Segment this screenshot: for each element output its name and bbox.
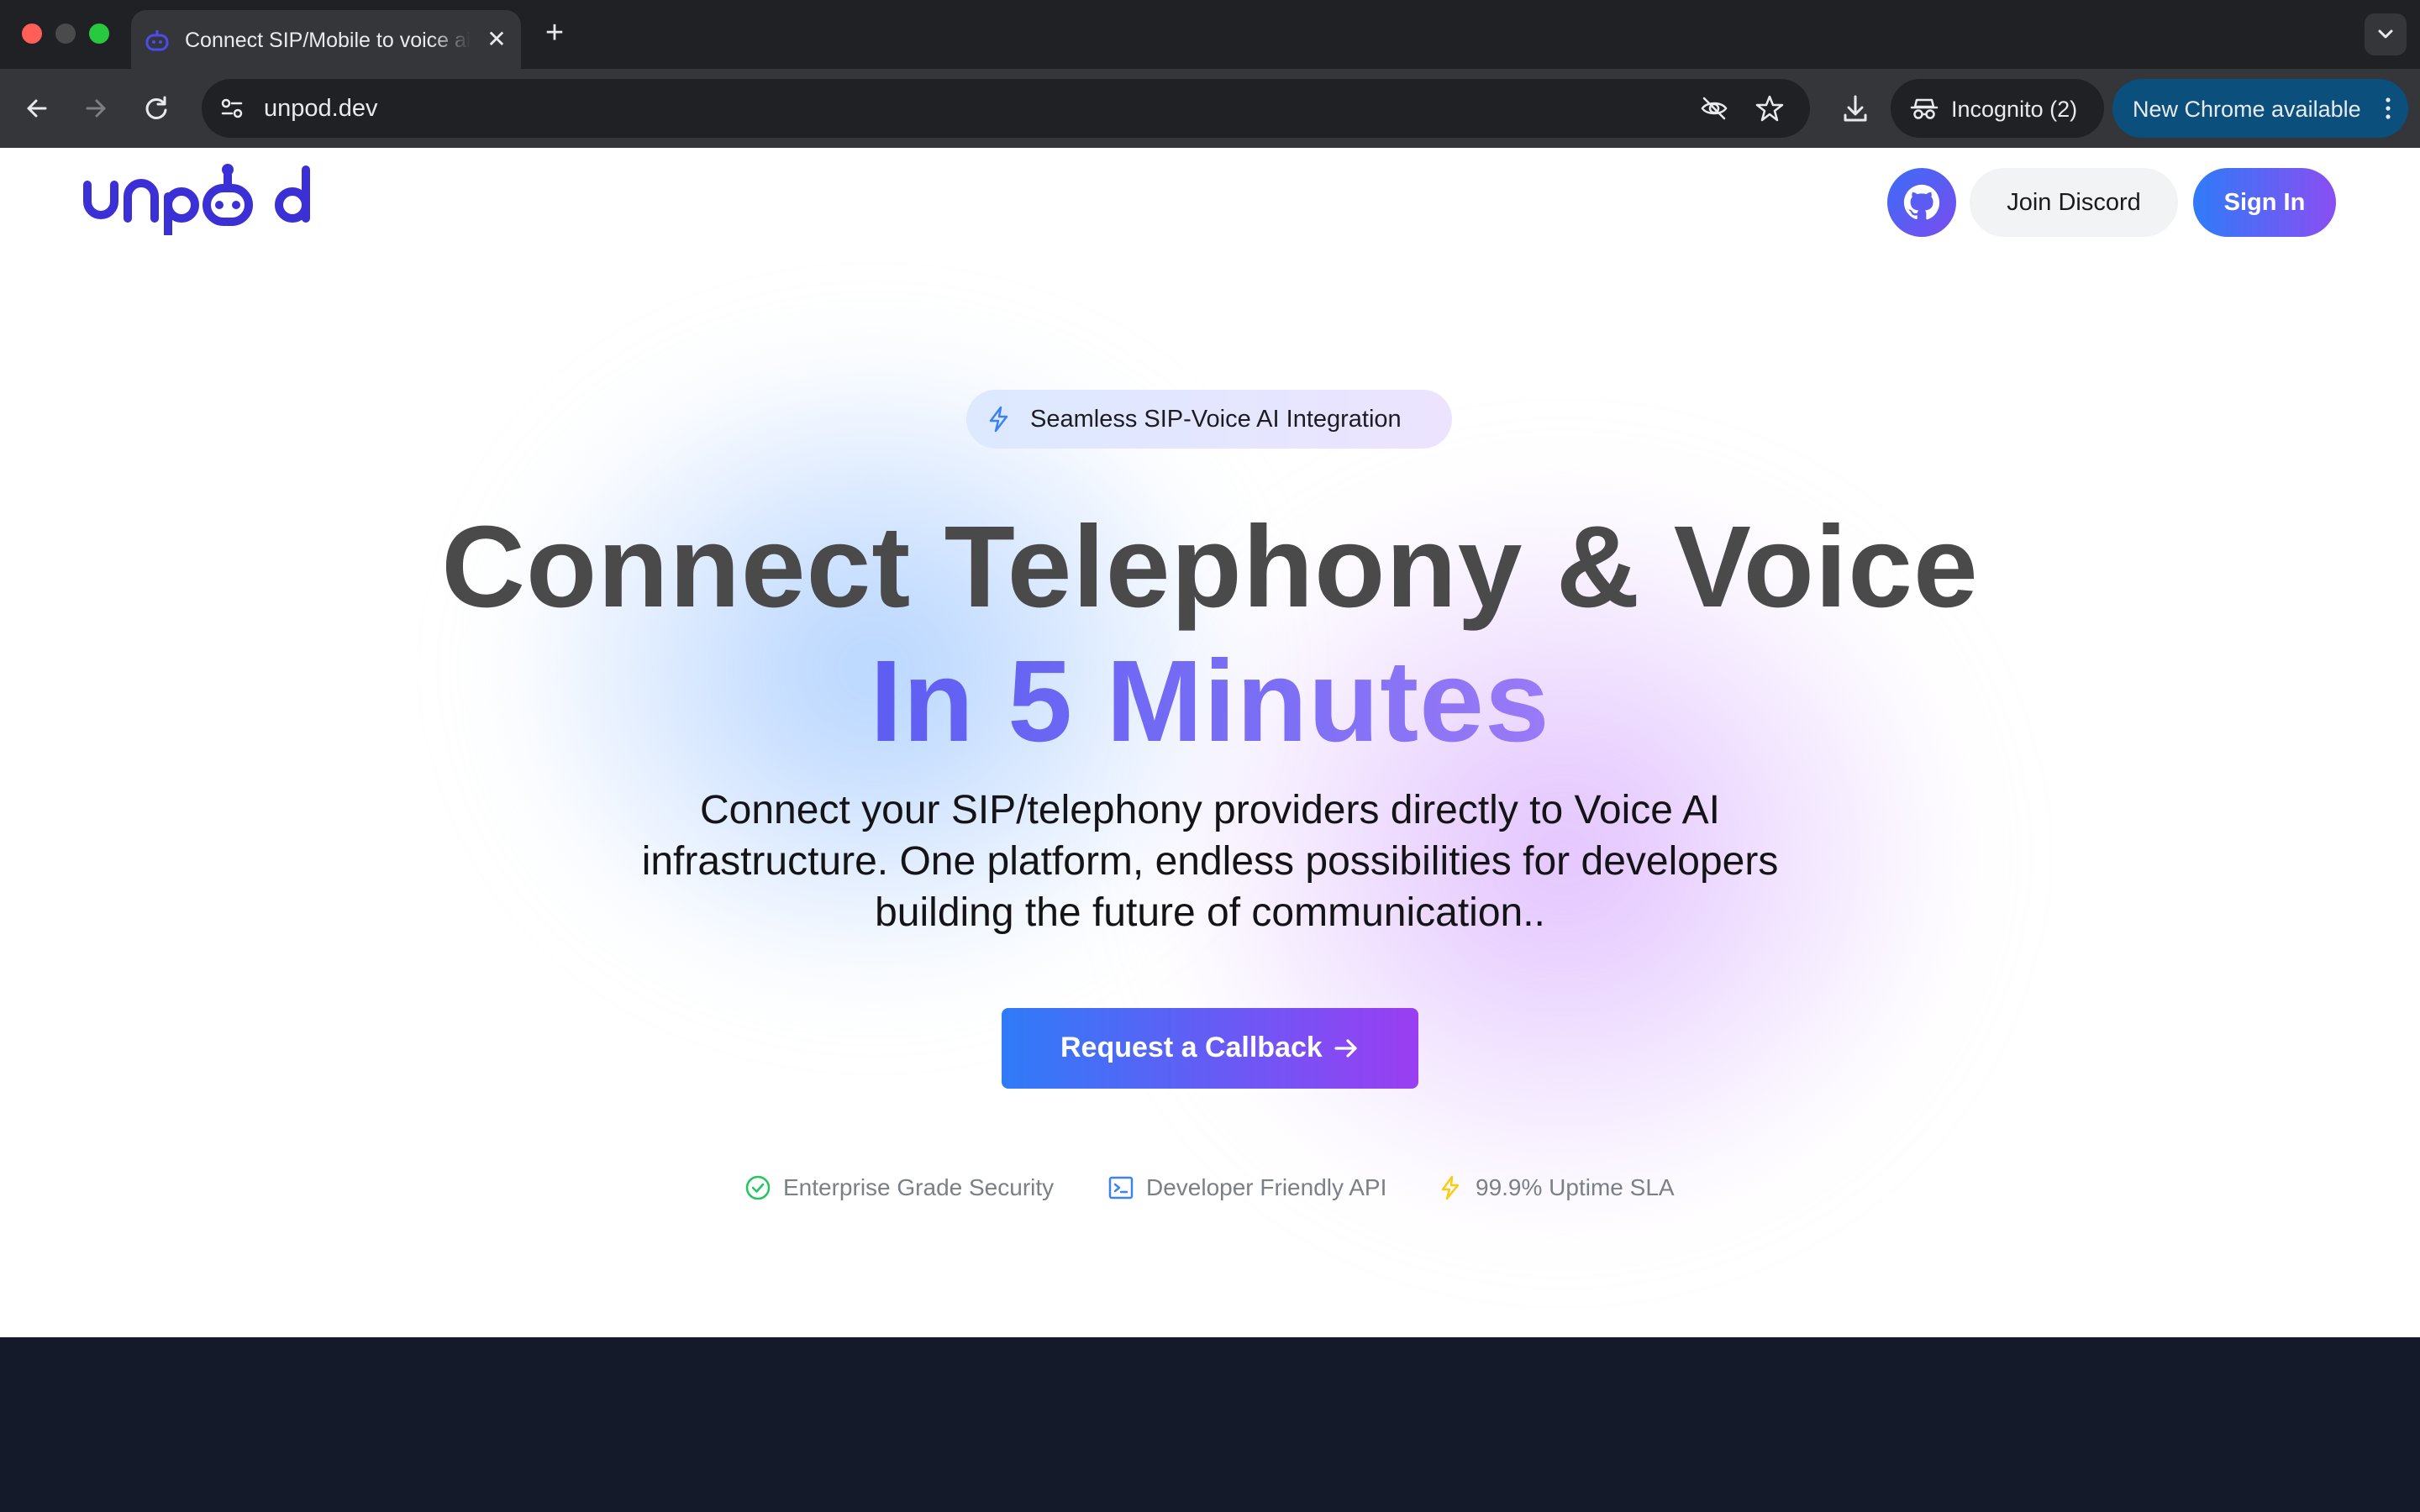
window-close-button[interactable] xyxy=(22,24,42,44)
browser-tab-active[interactable]: Connect SIP/Mobile to voice ai ✕ xyxy=(131,10,521,69)
hero-subtitle: Connect your SIP/telephony providers dir… xyxy=(588,785,1832,938)
request-callback-button[interactable]: Request a Callback xyxy=(1002,1008,1418,1089)
chrome-update-button[interactable]: New Chrome available xyxy=(2112,79,2408,138)
hero-title-line2: In 5 Minutes xyxy=(0,635,2420,769)
incognito-indicator[interactable]: Incognito (2) xyxy=(1891,79,2104,138)
url-text[interactable]: unpod.dev xyxy=(264,95,377,123)
lightning-icon xyxy=(1441,1175,1460,1200)
feature-label: Enterprise Grade Security xyxy=(783,1174,1055,1200)
hero-title-line1: Connect Telephony & Voice xyxy=(441,502,1979,632)
incognito-icon xyxy=(1910,98,1939,119)
hero-subtitle-line: infrastructure. One platform, endless po… xyxy=(641,839,1779,884)
unpod-logo[interactable] xyxy=(81,158,313,235)
feature-label: Developer Friendly API xyxy=(1146,1174,1387,1200)
incognito-label: Incognito (2) xyxy=(1951,97,2078,122)
tab-title: Connect SIP/Mobile to voice ai xyxy=(185,29,471,52)
eye-off-icon[interactable] xyxy=(1699,93,1729,123)
tab-close-icon[interactable]: ✕ xyxy=(482,25,511,54)
forward-arrow-icon[interactable] xyxy=(74,87,118,130)
hero-title-highlight: In 5 Minutes xyxy=(870,637,1550,766)
check-circle-icon xyxy=(745,1175,771,1200)
page-content: Join Discord Sign In Seamless SIP-Voice … xyxy=(0,148,2420,1512)
chrome-update-label: New Chrome available xyxy=(2133,97,2361,122)
hero-subtitle-line: Connect your SIP/telephony providers dir… xyxy=(700,788,1720,832)
feature-label: 99.9% Uptime SLA xyxy=(1476,1174,1675,1200)
github-icon xyxy=(1903,184,1940,220)
address-bar[interactable]: unpod.dev xyxy=(202,79,1810,138)
window-minimize-button[interactable] xyxy=(55,24,76,44)
dark-section xyxy=(0,1337,2420,1512)
site-info-icon[interactable] xyxy=(217,93,247,123)
hero-subtitle-line: building the future of communication.. xyxy=(875,890,1545,935)
badge-text: Seamless SIP-Voice AI Integration xyxy=(1030,406,1402,433)
back-arrow-icon[interactable] xyxy=(15,87,59,130)
lightning-icon xyxy=(989,406,1008,433)
request-callback-label: Request a Callback xyxy=(1060,1032,1323,1063)
join-discord-button[interactable]: Join Discord xyxy=(1970,168,2178,237)
arrow-right-icon xyxy=(1334,1039,1357,1058)
tab-search-button[interactable] xyxy=(2365,13,2407,55)
download-icon[interactable] xyxy=(1833,87,1877,130)
github-button[interactable] xyxy=(1887,168,1956,237)
window-maximize-button[interactable] xyxy=(89,24,109,44)
chevron-down-icon xyxy=(2378,29,2393,39)
integration-badge: Seamless SIP-Voice AI Integration xyxy=(966,390,1452,449)
bookmark-star-icon[interactable] xyxy=(1754,93,1785,123)
reload-icon[interactable] xyxy=(134,87,178,130)
browser-toolbar: unpod.dev Incognito (2) New Chrome avail… xyxy=(0,69,2420,148)
sign-in-button[interactable]: Sign In xyxy=(2193,168,2336,237)
unpod-favicon-icon xyxy=(145,30,169,51)
browser-tabstrip: Connect SIP/Mobile to voice ai ✕ + xyxy=(0,0,2420,69)
new-tab-icon[interactable]: + xyxy=(538,17,571,50)
more-vertical-icon[interactable] xyxy=(2380,93,2396,123)
terminal-icon xyxy=(1108,1176,1134,1200)
